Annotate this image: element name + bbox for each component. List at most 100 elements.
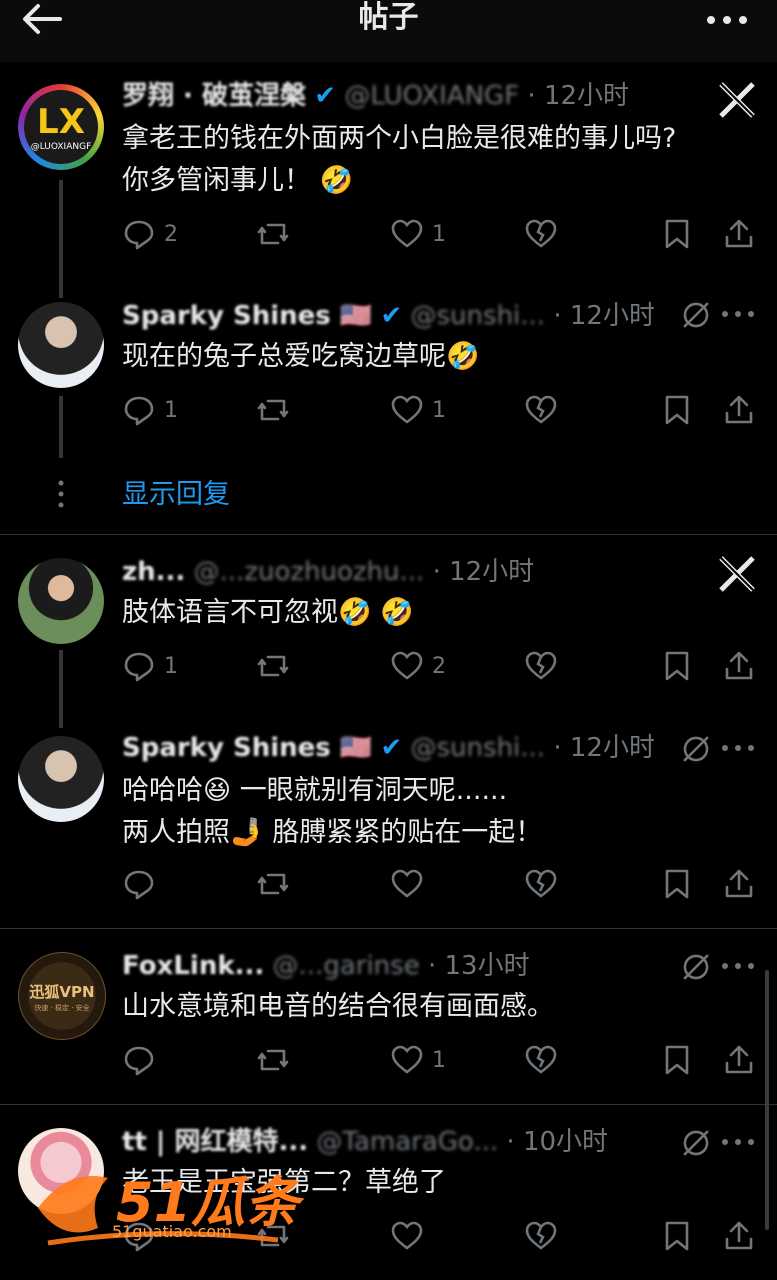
reply-button[interactable]: 1 bbox=[122, 646, 178, 686]
share-button[interactable] bbox=[722, 1040, 756, 1080]
like-button[interactable]: 1 bbox=[390, 390, 446, 430]
timestamp[interactable]: · 10小时 bbox=[506, 1127, 608, 1157]
display-name[interactable]: Sparky Shines 🇺🇸 bbox=[122, 733, 372, 763]
more-options-icon[interactable] bbox=[721, 744, 755, 752]
repost-icon bbox=[257, 655, 289, 677]
avatar[interactable]: LX @LUOXIANGF bbox=[18, 84, 104, 170]
handle[interactable]: @...zuozhuozhu... bbox=[194, 557, 425, 587]
post[interactable]: Sparky Shines 🇺🇸 ✔ @sunshi... · 12小时 现在的… bbox=[0, 298, 777, 468]
share-button[interactable] bbox=[722, 646, 756, 686]
handle[interactable]: @LUOXIANGF bbox=[344, 81, 519, 111]
like-button[interactable] bbox=[390, 1216, 424, 1256]
reply-icon bbox=[124, 220, 154, 250]
more-options-icon[interactable] bbox=[721, 1138, 755, 1146]
action-bar: 1 1 bbox=[122, 390, 762, 430]
scrollbar[interactable] bbox=[765, 970, 769, 1230]
timestamp[interactable]: · 12小时 bbox=[553, 733, 655, 763]
handle[interactable]: @...garinse bbox=[273, 951, 420, 981]
grok-button[interactable] bbox=[524, 1216, 558, 1256]
grok-icon[interactable] bbox=[679, 298, 713, 332]
repost-icon bbox=[257, 399, 289, 421]
bookmark-button[interactable] bbox=[660, 214, 694, 254]
avatar[interactable]: 迅狐VPN 快速 · 稳定 · 安全 bbox=[18, 952, 106, 1040]
share-icon bbox=[725, 1045, 753, 1074]
reply-count: 1 bbox=[164, 397, 178, 423]
bookmark-button[interactable] bbox=[660, 864, 694, 904]
avatar[interactable] bbox=[18, 302, 104, 388]
reply-button[interactable]: 2 bbox=[122, 214, 178, 254]
repost-button[interactable] bbox=[256, 864, 290, 904]
timestamp[interactable]: · 12小时 bbox=[433, 557, 535, 587]
like-count: 1 bbox=[432, 221, 446, 247]
display-name[interactable]: 罗翔 · 破茧涅槃 bbox=[122, 81, 306, 111]
post-header: 罗翔 · 破茧涅槃 ✔ @LUOXIANGF · 12小时 bbox=[122, 80, 629, 112]
show-replies-link[interactable]: 显示回复 bbox=[122, 475, 230, 515]
share-button[interactable] bbox=[722, 214, 756, 254]
bookmark-button[interactable] bbox=[660, 1040, 694, 1080]
post[interactable]: LX @LUOXIANGF 罗翔 · 破茧涅槃 ✔ @LUOXIANGF · 1… bbox=[0, 78, 777, 298]
thread-continuation-icon bbox=[58, 480, 64, 508]
post[interactable]: zh... @...zuozhuozhu... · 12小时 肢体语言不可忽视🤣… bbox=[0, 554, 777, 734]
x-logo-icon[interactable] bbox=[717, 80, 757, 120]
timestamp[interactable]: · 12小时 bbox=[527, 81, 629, 111]
reply-icon bbox=[124, 870, 154, 900]
like-button[interactable]: 1 bbox=[390, 214, 446, 254]
reply-button[interactable] bbox=[122, 864, 156, 904]
grok-icon[interactable] bbox=[679, 950, 713, 984]
avatar-sub-text: 快速 · 稳定 · 安全 bbox=[34, 1004, 90, 1012]
share-button[interactable] bbox=[722, 390, 756, 430]
like-button[interactable]: 2 bbox=[390, 646, 446, 686]
timestamp[interactable]: · 12小时 bbox=[553, 301, 655, 331]
display-name[interactable]: FoxLink... bbox=[122, 951, 264, 981]
more-options-icon[interactable] bbox=[721, 310, 755, 318]
share-icon bbox=[725, 1221, 753, 1250]
post[interactable]: Sparky Shines 🇺🇸 ✔ @sunshi... · 12小时 哈哈哈… bbox=[0, 732, 777, 922]
avatar[interactable] bbox=[18, 558, 104, 644]
post[interactable]: 迅狐VPN 快速 · 稳定 · 安全 FoxLink... @...garins… bbox=[0, 950, 777, 1100]
reply-icon bbox=[124, 396, 154, 426]
handle[interactable]: @sunshi... bbox=[411, 301, 546, 331]
reply-button[interactable]: 1 bbox=[122, 390, 178, 430]
repost-button[interactable] bbox=[256, 646, 290, 686]
x-logo-icon[interactable] bbox=[717, 554, 757, 594]
grok-button[interactable] bbox=[524, 864, 558, 904]
bookmark-button[interactable] bbox=[660, 1216, 694, 1256]
bookmark-button[interactable] bbox=[660, 390, 694, 430]
post-header: FoxLink... @...garinse · 13小时 bbox=[122, 950, 530, 982]
repost-button[interactable] bbox=[256, 390, 290, 430]
like-button[interactable]: 1 bbox=[390, 1040, 446, 1080]
avatar[interactable] bbox=[18, 736, 104, 822]
action-bar: 1 2 bbox=[122, 646, 762, 686]
post-text-line: 两人拍照🤳 胳膊紧紧的贴在一起！ bbox=[122, 817, 543, 848]
more-options-icon[interactable] bbox=[705, 4, 749, 30]
grok-button[interactable] bbox=[524, 390, 558, 430]
more-options-icon[interactable] bbox=[721, 962, 755, 970]
bookmark-button[interactable] bbox=[660, 646, 694, 686]
share-button[interactable] bbox=[722, 864, 756, 904]
handle[interactable]: @TamaraGo... bbox=[316, 1127, 498, 1157]
grok-button[interactable] bbox=[524, 1040, 558, 1080]
bookmark-icon bbox=[665, 1221, 689, 1251]
post-text-line: 现在的兔子总爱吃窝边草呢🤣 bbox=[122, 341, 480, 372]
repost-button[interactable] bbox=[256, 1040, 290, 1080]
like-button[interactable] bbox=[390, 864, 424, 904]
action-bar bbox=[122, 864, 762, 904]
grok-button[interactable] bbox=[524, 214, 558, 254]
handle[interactable]: @sunshi... bbox=[411, 733, 546, 763]
share-button[interactable] bbox=[722, 1216, 756, 1256]
verified-badge-icon: ✔ bbox=[380, 301, 403, 331]
grok-icon[interactable] bbox=[679, 732, 713, 766]
reply-button[interactable] bbox=[122, 1040, 156, 1080]
heart-broken-icon bbox=[525, 219, 557, 248]
top-bar: 帖子 bbox=[0, 0, 777, 62]
grok-button[interactable] bbox=[524, 646, 558, 686]
share-icon bbox=[725, 869, 753, 898]
display-name[interactable]: Sparky Shines 🇺🇸 bbox=[122, 301, 372, 331]
display-name[interactable]: zh... bbox=[122, 557, 185, 587]
repost-button[interactable] bbox=[256, 214, 290, 254]
grok-icon[interactable] bbox=[679, 1126, 713, 1160]
share-icon bbox=[725, 651, 753, 680]
thread-line bbox=[59, 180, 63, 298]
like-count: 1 bbox=[432, 1047, 446, 1073]
timestamp[interactable]: · 13小时 bbox=[428, 951, 530, 981]
